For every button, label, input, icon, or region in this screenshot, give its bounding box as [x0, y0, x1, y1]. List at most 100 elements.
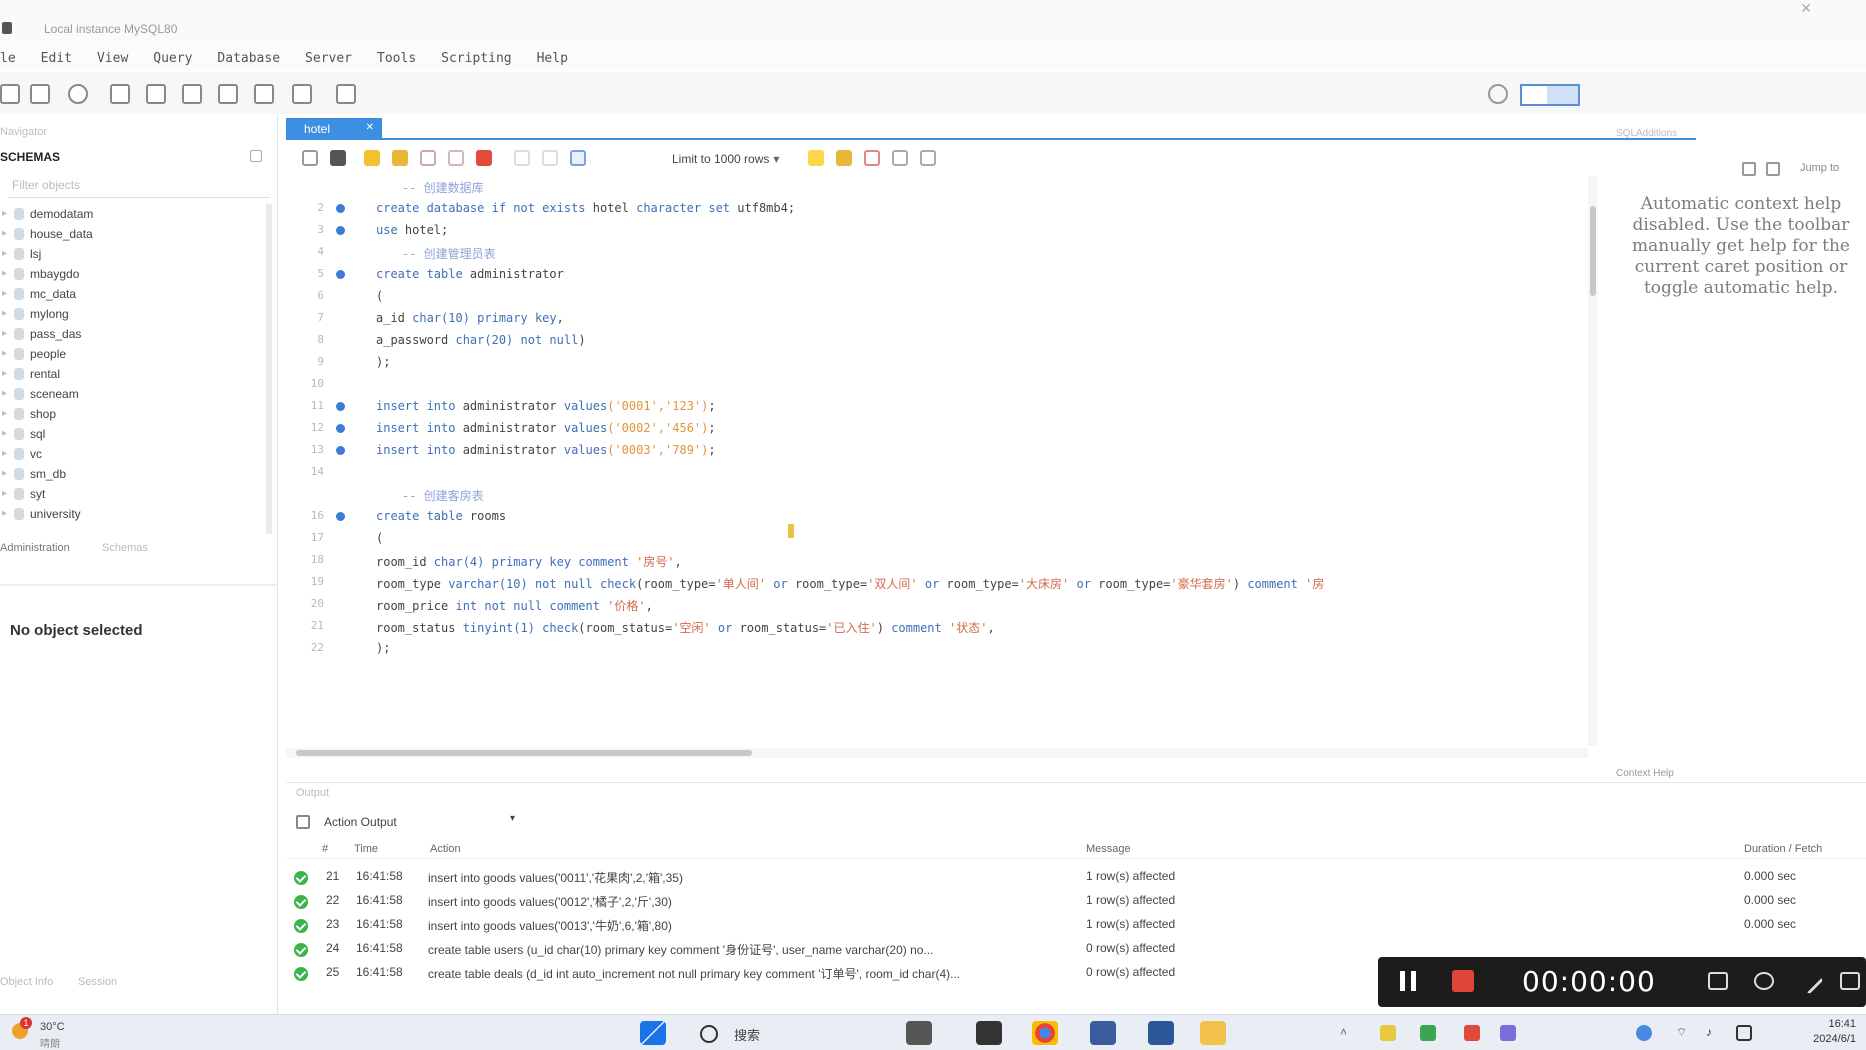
expand-arrow-icon[interactable]: ▸ [2, 304, 7, 324]
schema-item[interactable]: ▸ pass_das [0, 324, 268, 344]
code-line[interactable]: -- 创建数据库 [286, 176, 1588, 198]
expand-arrow-icon[interactable]: ▸ [2, 424, 7, 444]
camera-icon[interactable] [1754, 972, 1774, 990]
schema-item[interactable]: ▸ rental [0, 364, 268, 384]
expand-arrow-icon[interactable]: ▸ [2, 264, 7, 284]
code-line[interactable]: 10 [286, 374, 1588, 396]
code-line[interactable]: 21 room_status tinyint(1) check(room_stat… [286, 616, 1588, 638]
forward-icon[interactable] [1766, 162, 1780, 176]
explain-icon[interactable] [420, 150, 436, 166]
create-table-icon[interactable] [146, 84, 166, 104]
start-menu-icon[interactable] [640, 1021, 666, 1045]
schema-item[interactable]: ▸ sql [0, 424, 268, 444]
output-row[interactable]: 21 16:41:58 insert into goods values('0011… [286, 865, 1866, 889]
expand-arrow-icon[interactable]: ▸ [2, 364, 7, 384]
tab-hotel[interactable]: hotel ✕ [286, 118, 382, 140]
tray-app-icon[interactable] [1380, 1025, 1396, 1041]
menu-server[interactable]: Server [305, 51, 352, 66]
wifi-icon[interactable]: ⌔ [1676, 1025, 1692, 1041]
schema-item[interactable]: ▸ sm_db [0, 464, 268, 484]
schema-item[interactable]: ▸ mbaygdo [0, 264, 268, 284]
menu-file[interactable]: le [0, 51, 16, 66]
menu-scripting[interactable]: Scripting [441, 51, 511, 66]
tab-session[interactable]: Session [78, 976, 117, 988]
fullscreen-icon[interactable] [1708, 972, 1728, 990]
volume-icon[interactable]: ♪ [1706, 1025, 1722, 1041]
rollback-icon[interactable] [542, 150, 558, 166]
code-line[interactable]: 18 room_id char(4) primary key comment '房… [286, 550, 1588, 572]
menu-help[interactable]: Help [537, 51, 568, 66]
close-tab-icon[interactable]: ✕ [366, 122, 374, 133]
menu-query[interactable]: Query [153, 51, 192, 66]
statement-marker-icon[interactable] [336, 512, 345, 521]
expand-arrow-icon[interactable]: ▸ [2, 204, 7, 224]
filter-objects-input[interactable]: Filter objects [8, 178, 270, 198]
code-line[interactable]: 14 [286, 462, 1588, 484]
schema-item[interactable]: ▸ mylong [0, 304, 268, 324]
taskbar-search-label[interactable]: 搜索 [734, 1025, 760, 1044]
schema-item[interactable]: ▸ mc_data [0, 284, 268, 304]
scroll-thumb[interactable] [1590, 206, 1596, 296]
tray-app-icon[interactable] [1500, 1025, 1516, 1041]
word-icon[interactable] [1148, 1021, 1174, 1045]
panel-layout-icon[interactable] [1520, 84, 1580, 106]
menu-edit[interactable]: Edit [41, 51, 72, 66]
find-icon[interactable] [836, 150, 852, 166]
system-clock[interactable]: 16:41 2024/6/1 [1786, 1017, 1856, 1047]
code-line[interactable]: 19 room_type varchar(10) not null check(r… [286, 572, 1588, 594]
search-table-icon[interactable] [292, 84, 312, 104]
stop-record-icon[interactable] [1452, 970, 1474, 992]
editor-vertical-scrollbar[interactable] [1588, 176, 1598, 746]
battery-icon[interactable] [1736, 1025, 1752, 1041]
statement-marker-icon[interactable] [336, 270, 345, 279]
minimize-recorder-icon[interactable] [1840, 972, 1860, 990]
tab-object-info[interactable]: Object Info [0, 976, 53, 988]
stop-on-error-icon[interactable] [476, 150, 492, 166]
settings-gear-icon[interactable] [1488, 84, 1508, 104]
statement-marker-icon[interactable] [336, 446, 345, 455]
statement-marker-icon[interactable] [336, 424, 345, 433]
tab-administration[interactable]: Administration [0, 542, 70, 554]
open-sql-icon[interactable] [30, 84, 50, 104]
tab-sql-additions[interactable]: SQLAdditions [1616, 128, 1677, 139]
tray-app-icon[interactable] [1464, 1025, 1480, 1041]
schema-item[interactable]: ▸ vc [0, 444, 268, 464]
statement-marker-icon[interactable] [336, 226, 345, 235]
create-view-icon[interactable] [182, 84, 202, 104]
reconnect-icon[interactable] [336, 84, 356, 104]
weather-widget[interactable]: 1 30°C 晴朗 [6, 1017, 86, 1050]
pause-icon[interactable] [1400, 971, 1416, 991]
commit-icon[interactable] [514, 150, 530, 166]
code-line[interactable]: 13 insert into administrator values('0003… [286, 440, 1588, 462]
expand-arrow-icon[interactable]: ▸ [2, 224, 7, 244]
close-window-button[interactable]: ✕ [1800, 0, 1812, 17]
code-line[interactable]: 4 -- 创建管理员表 [286, 242, 1588, 264]
jump-to-select[interactable]: Jump to [1800, 162, 1839, 174]
schema-item[interactable]: ▸ people [0, 344, 268, 364]
create-function-icon[interactable] [254, 84, 274, 104]
mysql-workbench-icon[interactable] [906, 1021, 932, 1045]
schema-item[interactable]: ▸ house_data [0, 224, 268, 244]
code-line[interactable]: 8 a_password char(20) not null) [286, 330, 1588, 352]
panel-divider[interactable] [0, 584, 278, 586]
code-line[interactable]: 17 ( [286, 528, 1588, 550]
code-line[interactable]: 7 a_id char(10) primary key, [286, 308, 1588, 330]
refresh-icon[interactable] [250, 150, 262, 162]
expand-arrow-icon[interactable]: ▸ [2, 404, 7, 424]
search-icon[interactable] [700, 1025, 718, 1043]
scroll-thumb[interactable] [296, 750, 752, 756]
pen-icon[interactable] [1796, 967, 1824, 995]
tray-app-icon[interactable] [1636, 1025, 1652, 1041]
execute-icon[interactable] [364, 150, 380, 166]
output-row[interactable]: 22 16:41:58 insert into goods values('0012… [286, 889, 1866, 913]
statement-marker-icon[interactable] [336, 204, 345, 213]
expand-arrow-icon[interactable]: ▸ [2, 384, 7, 404]
schema-item[interactable]: ▸ demodatam [0, 204, 268, 224]
terminal-icon[interactable] [976, 1021, 1002, 1045]
tab-schemas[interactable]: Schemas [102, 542, 148, 554]
open-file-icon[interactable] [302, 150, 318, 166]
code-line[interactable]: 11 insert into administrator values('0001… [286, 396, 1588, 418]
code-line[interactable]: 5 create table administrator [286, 264, 1588, 286]
wrap-icon[interactable] [892, 150, 908, 166]
expand-arrow-icon[interactable]: ▸ [2, 444, 7, 464]
